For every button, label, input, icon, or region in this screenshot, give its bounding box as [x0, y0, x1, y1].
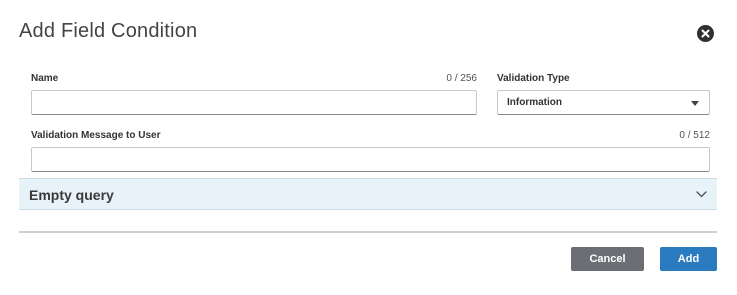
validation-message-label: Validation Message to User: [31, 130, 161, 141]
divider: [19, 231, 717, 233]
add-button[interactable]: Add: [660, 247, 717, 271]
close-icon[interactable]: [697, 25, 714, 42]
validation-type-label: Validation Type: [497, 73, 570, 84]
chevron-down-icon: [695, 188, 708, 206]
name-label: Name: [31, 73, 59, 84]
name-input[interactable]: [31, 90, 477, 115]
name-char-counter: 0 / 256: [446, 73, 477, 84]
caret-down-icon: [691, 101, 699, 106]
message-char-counter: 0 / 512: [679, 130, 710, 141]
validation-message-input[interactable]: [31, 147, 710, 172]
query-accordion[interactable]: Empty query: [19, 178, 717, 210]
dialog-title: Add Field Condition: [19, 20, 198, 42]
cancel-button[interactable]: Cancel: [571, 247, 644, 271]
validation-type-value: Information: [507, 97, 562, 108]
validation-type-select[interactable]: Information: [497, 90, 710, 115]
query-label: Empty query: [29, 187, 114, 203]
